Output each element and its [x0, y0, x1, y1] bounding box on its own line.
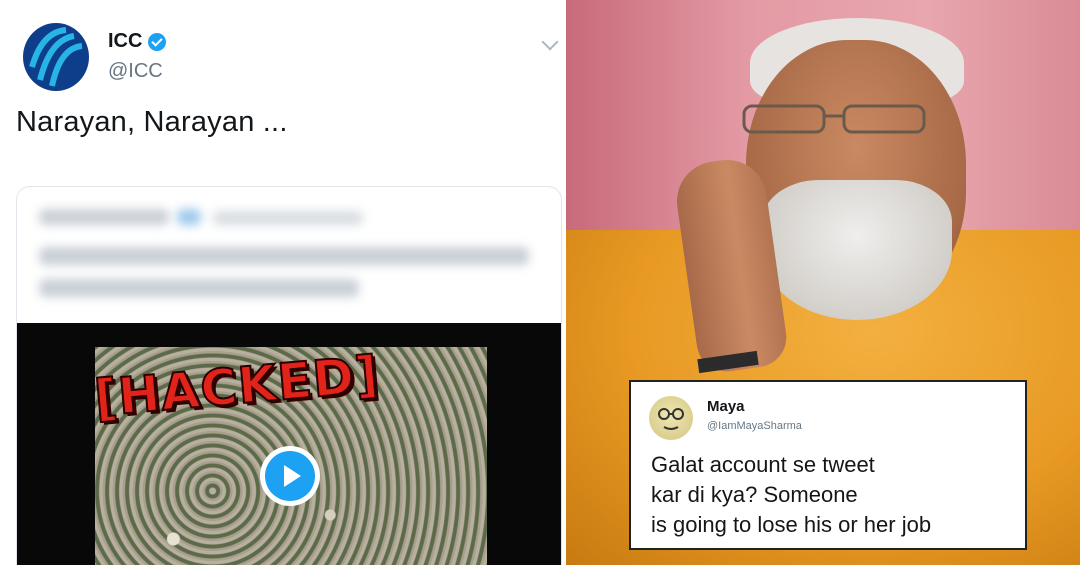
author-name[interactable]: ICC	[108, 30, 142, 53]
reply-author-name[interactable]: Maya	[707, 398, 745, 415]
avatar[interactable]	[649, 396, 693, 440]
reply-text-line: kar di kya? Someone	[651, 482, 858, 507]
blurred-text-line-2	[39, 279, 359, 297]
blurred-handle	[213, 211, 363, 225]
play-icon	[265, 451, 315, 501]
blurred-author	[39, 209, 169, 225]
blurred-text-line-1	[39, 247, 529, 265]
avatar-face-icon	[658, 408, 684, 430]
tweet-text: Narayan, Narayan ...	[16, 106, 288, 138]
author-name-row[interactable]: ICC	[108, 30, 167, 53]
reply-author-handle[interactable]: @IamMayaSharma	[707, 420, 802, 432]
icc-logo-icon	[23, 23, 89, 91]
blurred-badge	[177, 209, 201, 225]
chevron-down-icon[interactable]	[541, 33, 559, 51]
reply-tweet-card[interactable]: Maya @IamMayaSharma Galat account se twe…	[629, 380, 1027, 550]
reply-text-line: Galat account se tweet	[651, 452, 875, 477]
photo-beard	[762, 180, 952, 320]
verified-badge-icon	[148, 32, 167, 51]
icc-tweet-panel: ICC @ICC Narayan, Narayan ... [HACKED]	[0, 0, 566, 565]
play-button[interactable]	[260, 446, 320, 506]
reply-text: Galat account se tweet kar di kya? Someo…	[651, 450, 931, 540]
author-handle[interactable]: @ICC	[108, 60, 163, 83]
reply-text-line: is going to lose his or her job	[651, 512, 932, 537]
photo-glasses	[742, 104, 926, 134]
